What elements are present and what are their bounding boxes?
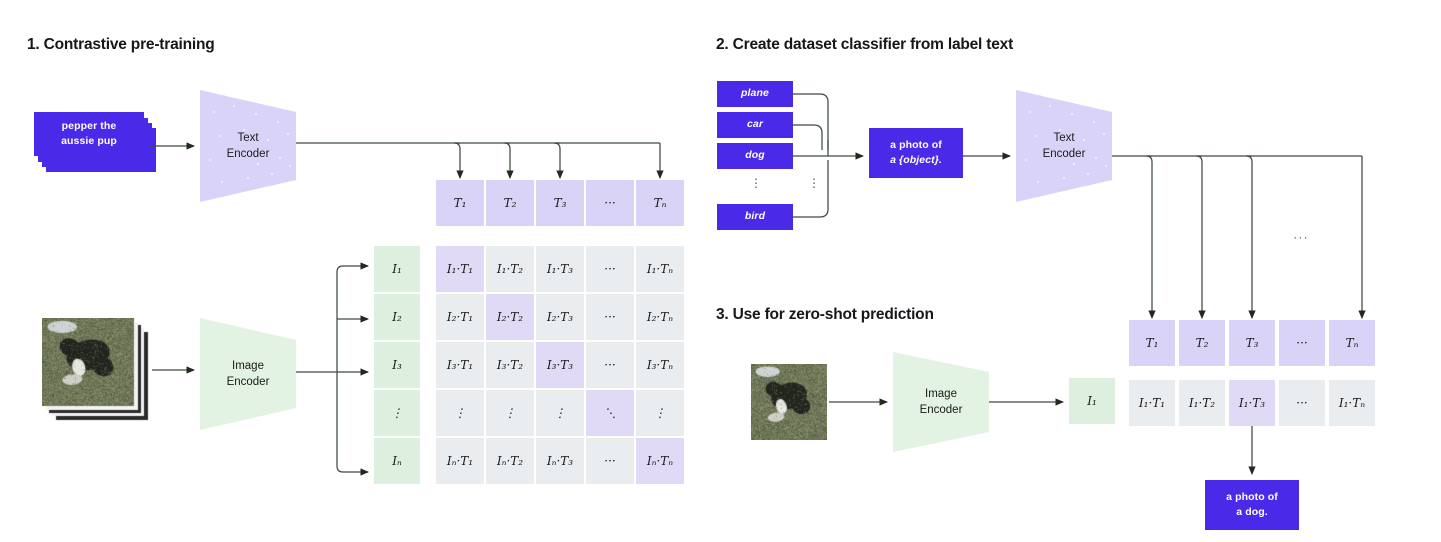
matrix-cell-r4-c1: ⋮: [436, 390, 484, 436]
image-feature-header-5: Iₙ: [374, 438, 420, 484]
text-feature-header-4: ···: [586, 180, 634, 226]
clip-diagram: 1. Contrastive pre-training 2. Create da…: [0, 0, 1441, 542]
text-sample-card: pepper the aussie pup: [34, 112, 144, 156]
zero-shot-score-3: I₁·T₃: [1229, 380, 1275, 426]
wire-drop-t3: [553, 142, 564, 180]
classifier-weight-5: Tₙ: [1329, 320, 1375, 366]
image-sample-stack: [42, 318, 152, 422]
wire-drop-t1: [453, 142, 464, 180]
matrix-cell-r1-c5: I₁·Tₙ: [636, 246, 684, 292]
matrix-cell-r5-c4: ···: [586, 438, 634, 484]
class-label-bird: bird: [717, 204, 793, 230]
text-sample-line-2: aussie pup: [61, 135, 117, 147]
text-feature-header-1: T₁: [436, 180, 484, 226]
image-encoder-3: Image Encoder: [893, 352, 989, 452]
wire-drop-t2: [503, 142, 514, 180]
matrix-cell-r2-c5: I₂·Tₙ: [636, 294, 684, 340]
prediction-line-2: a dog.: [1236, 506, 1268, 518]
matrix-cell-r3-c1: I₃·T₁: [436, 342, 484, 388]
zero-shot-score-2: I₁·T₂: [1179, 380, 1225, 426]
section-1-heading: 1. Contrastive pre-training: [27, 36, 215, 53]
matrix-cell-r3-c4: ···: [586, 342, 634, 388]
matrix-cell-r5-c5: Iₙ·Tₙ: [636, 438, 684, 484]
prediction-box: a photo of a dog.: [1205, 480, 1299, 530]
image-feature-header-3: I₃: [374, 342, 420, 388]
wire-label-car: [792, 124, 823, 150]
zero-shot-score-4: ···: [1279, 380, 1325, 426]
prompt-line-1: a photo of: [890, 138, 942, 151]
matrix-cell-r5-c2: Iₙ·T₂: [486, 438, 534, 484]
class-label-dog: dog: [717, 143, 793, 169]
section-3-heading: 3. Use for zero-shot prediction: [716, 306, 934, 323]
wire-drop2-t3: [1245, 155, 1256, 320]
classifier-bus-ellipsis: ···: [1293, 230, 1309, 244]
matrix-cell-r3-c2: I₃·T₂: [486, 342, 534, 388]
matrix-cell-r4-c4: ⋱: [586, 390, 634, 436]
query-image: [751, 364, 827, 440]
classifier-weight-4: ···: [1279, 320, 1325, 366]
matrix-cell-r2-c1: I₂·T₁: [436, 294, 484, 340]
prediction-line-1: a photo of: [1226, 490, 1278, 503]
matrix-cell-r2-c2: I₂·T₂: [486, 294, 534, 340]
text-feature-header-5: Tₙ: [636, 180, 684, 226]
wire-drop2-t2: [1195, 155, 1206, 320]
label-bus-ellipsis: ⋮: [808, 176, 820, 191]
wire-drop2-t1: [1145, 155, 1156, 320]
text-feature-header-3: T₃: [536, 180, 584, 226]
matrix-cell-r4-c2: ⋮: [486, 390, 534, 436]
class-label-plane: plane: [717, 81, 793, 107]
matrix-cell-r2-c4: ···: [586, 294, 634, 340]
matrix-cell-r1-c3: I₁·T₃: [536, 246, 584, 292]
matrix-cell-r5-c1: Iₙ·T₁: [436, 438, 484, 484]
section-2-heading: 2. Create dataset classifier from label …: [716, 36, 1014, 53]
matrix-cell-r1-c1: I₁·T₁: [436, 246, 484, 292]
text-encoder-1: Text Encoder: [200, 90, 296, 202]
image-encoder-1: Image Encoder: [200, 318, 296, 430]
prompt-template-box: a photo of a {object}.: [869, 128, 963, 178]
image-feature-header-1: I₁: [374, 246, 420, 292]
matrix-cell-r1-c4: ···: [586, 246, 634, 292]
text-sample-stack: pepper the aussie pup: [34, 112, 160, 174]
matrix-cell-r5-c3: Iₙ·T₃: [536, 438, 584, 484]
label-list-ellipsis: ⋮: [750, 176, 762, 191]
zero-shot-score-5: I₁·Tₙ: [1329, 380, 1375, 426]
class-label-car: car: [717, 112, 793, 138]
text-encoder-2: Text Encoder: [1016, 90, 1112, 202]
text-sample-line-1: pepper the: [61, 119, 117, 132]
query-feature-box: I₁: [1069, 378, 1115, 424]
matrix-cell-r4-c3: ⋮: [536, 390, 584, 436]
zero-shot-score-1: I₁·T₁: [1129, 380, 1175, 426]
text-feature-header-2: T₂: [486, 180, 534, 226]
image-feature-header-2: I₂: [374, 294, 420, 340]
prompt-line-2-text: a {object}.: [890, 154, 942, 166]
classifier-weight-3: T₃: [1229, 320, 1275, 366]
image-feature-header-4: ⋮: [374, 390, 420, 436]
wire-branch-in: [336, 465, 370, 476]
matrix-cell-r2-c3: I₂·T₃: [536, 294, 584, 340]
matrix-cell-r3-c5: I₃·Tₙ: [636, 342, 684, 388]
classifier-weight-1: T₁: [1129, 320, 1175, 366]
classifier-weight-2: T₂: [1179, 320, 1225, 366]
matrix-cell-r4-c5: ⋮: [636, 390, 684, 436]
matrix-cell-r3-c3: I₃·T₃: [536, 342, 584, 388]
wire-label-plane: [792, 93, 829, 150]
matrix-cell-r1-c2: I₁·T₂: [486, 246, 534, 292]
wire-branch-i1: [336, 262, 370, 273]
prompt-line-2: a {object}.: [890, 153, 942, 168]
